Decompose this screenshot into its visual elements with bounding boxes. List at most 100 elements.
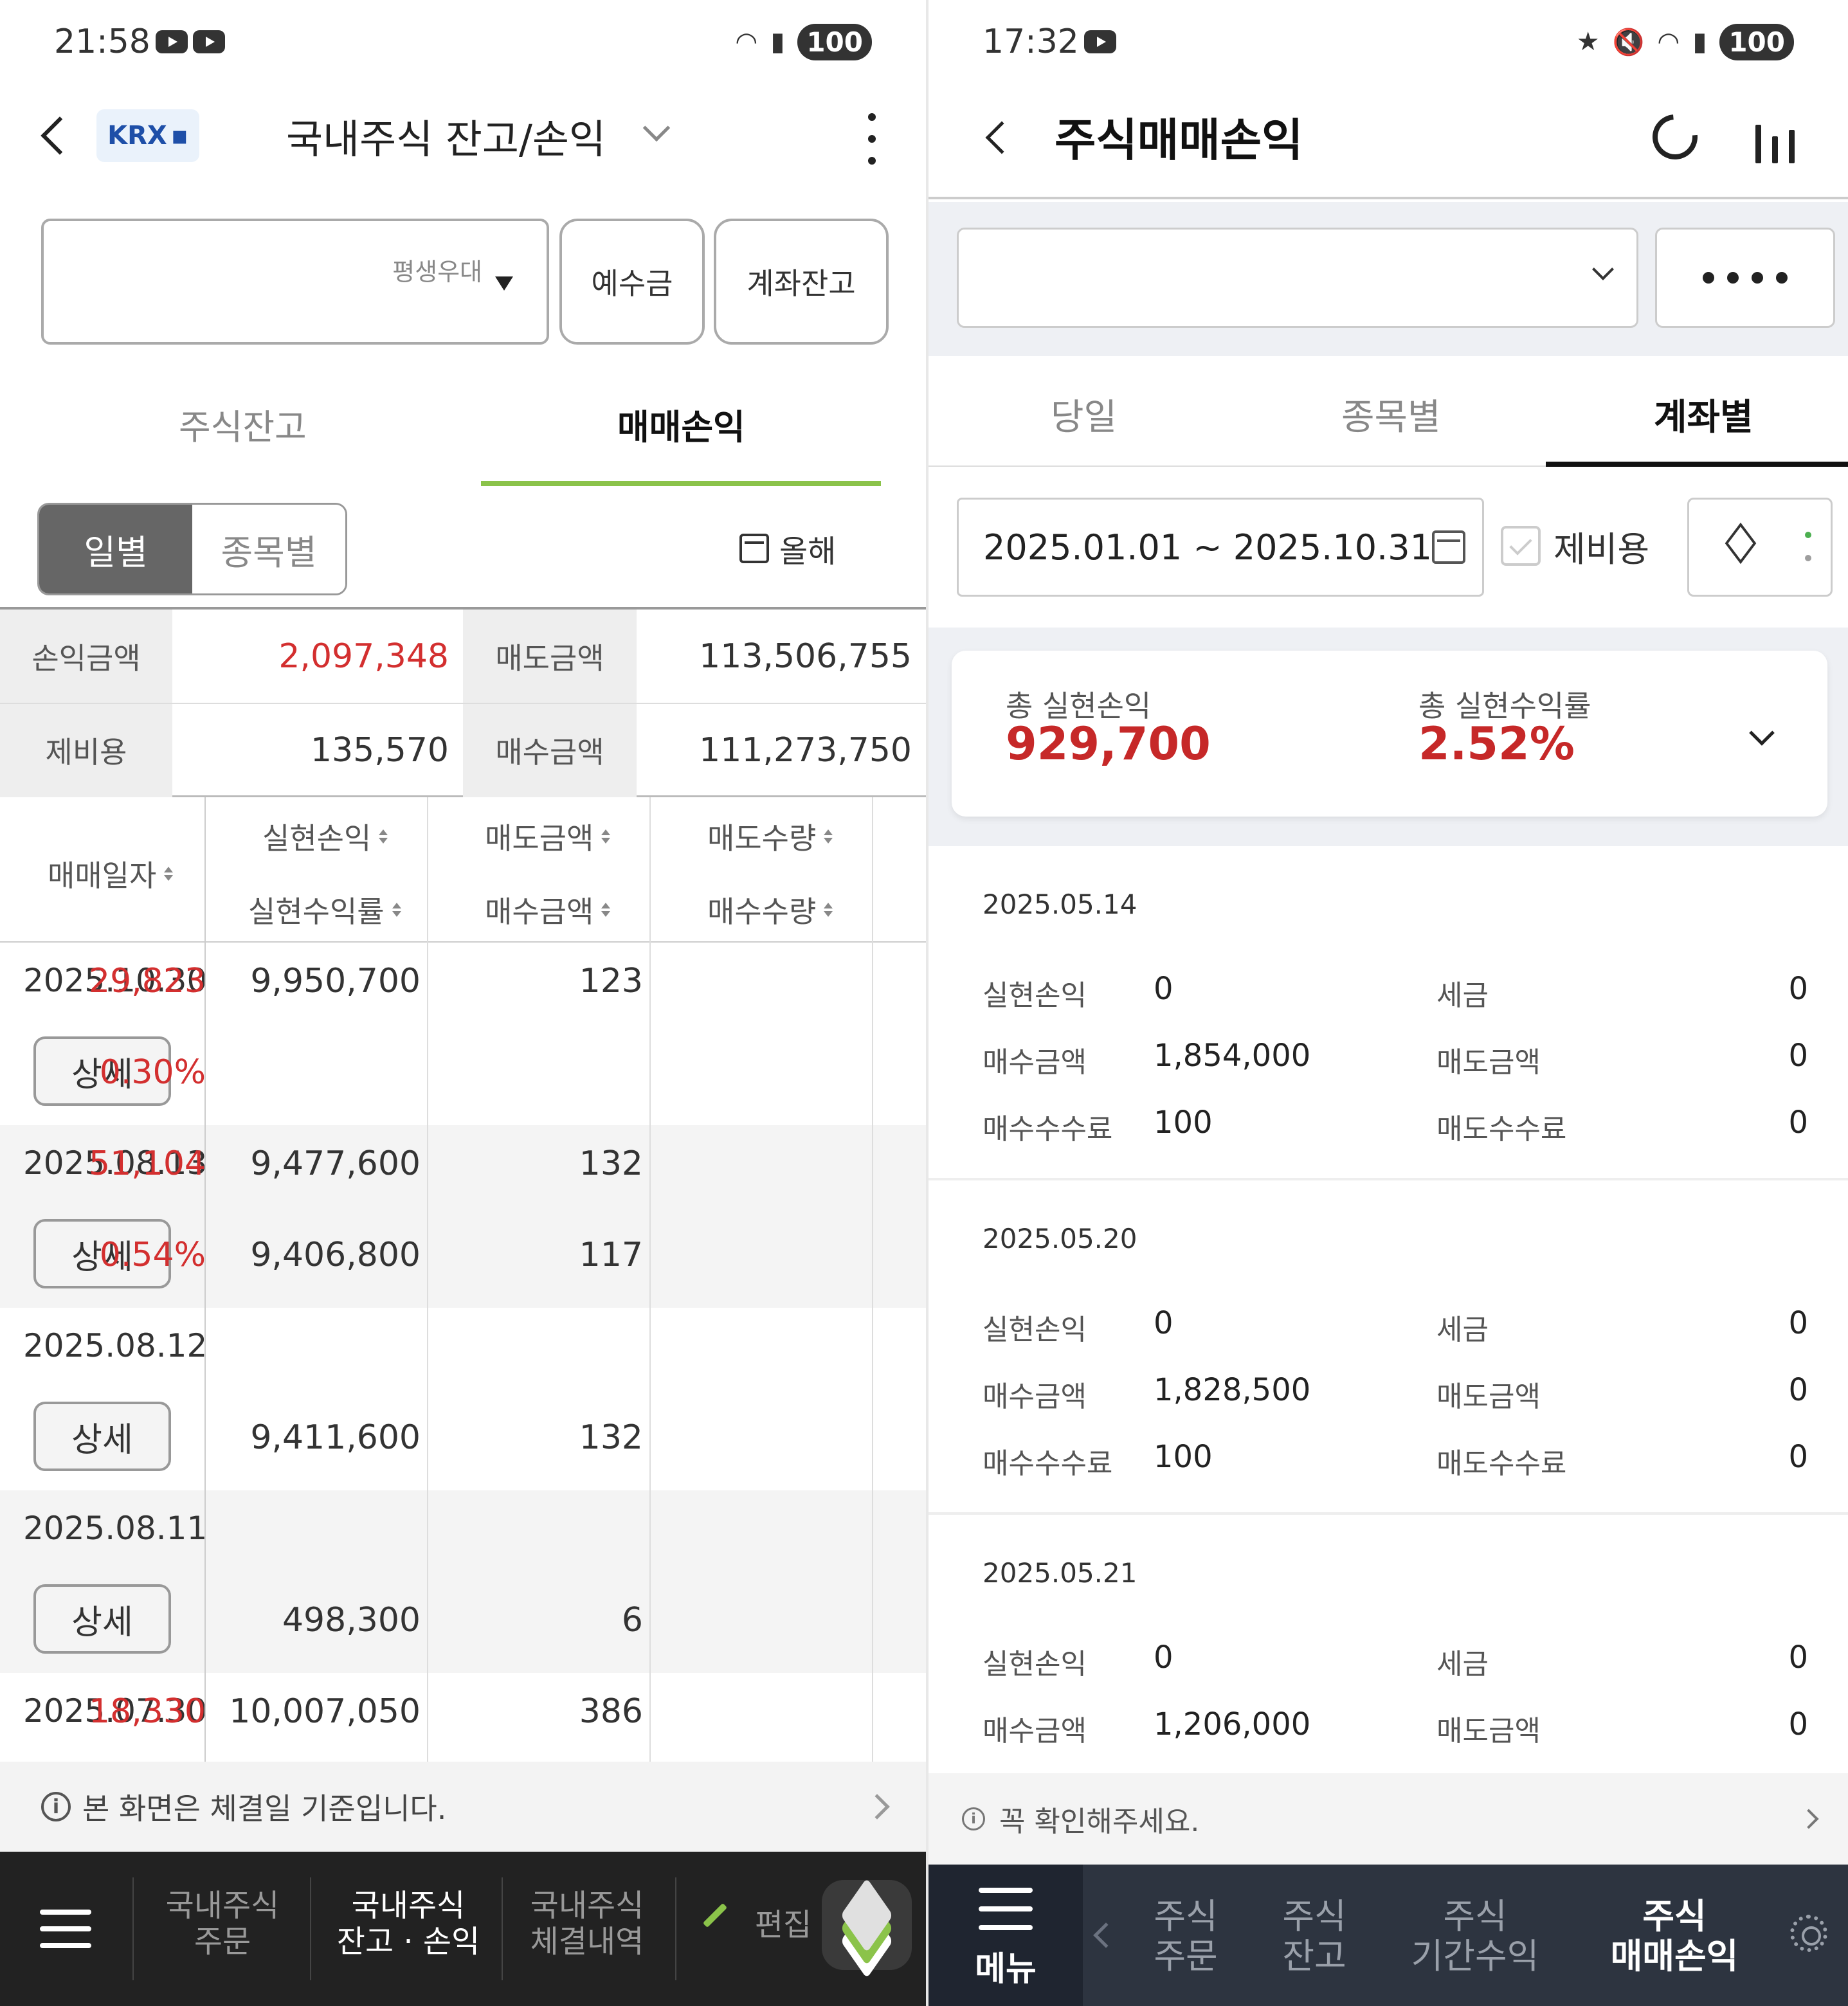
value-sell-fee: 0 bbox=[1788, 1439, 1808, 1475]
menu-button[interactable]: 메뉴 bbox=[929, 1865, 1083, 2006]
sell-amount-value: 113,506,755 bbox=[699, 637, 912, 676]
tab-stock-balance[interactable]: 주식잔고 bbox=[179, 399, 307, 449]
label-buy-amount: 매수금액 bbox=[983, 1380, 1087, 1413]
list-item[interactable]: 2025.05.20 실현손익 0 세금 0 매수금액 1,828,500 매도금액 0 매수수수… bbox=[929, 1180, 1848, 1515]
wifi-icon: ◠ bbox=[735, 27, 758, 57]
battery-indicator: 100 bbox=[797, 23, 872, 60]
exchange-badge[interactable]: KRX ▪ bbox=[96, 109, 199, 162]
label-realized-pl: 실현손익 bbox=[983, 1314, 1087, 1346]
table-row[interactable]: 2025.08.11 상세 498,300 6 bbox=[0, 1490, 926, 1673]
tab-bar: 당일 종목별 계좌별 bbox=[929, 356, 1848, 467]
back-icon[interactable] bbox=[985, 121, 1019, 154]
nav-stock-trade-pl[interactable]: 주식 매매손익 bbox=[1578, 1897, 1771, 1976]
nav-stock-order[interactable]: 주식 주문 bbox=[1121, 1897, 1250, 1976]
segment-daily[interactable]: 일별 bbox=[39, 505, 192, 593]
notice-bar[interactable]: i 꼭 확인해주세요. bbox=[929, 1773, 1848, 1865]
chevron-down-icon bbox=[1592, 258, 1614, 280]
value-sell-amount: 0 bbox=[1788, 1038, 1808, 1074]
chevron-down-icon[interactable] bbox=[1749, 720, 1775, 746]
value-buy-amount: 1,828,500 bbox=[1154, 1372, 1311, 1408]
chevron-left-icon[interactable] bbox=[1093, 1922, 1119, 1948]
fee-checkbox[interactable] bbox=[1501, 526, 1541, 566]
table-row[interactable]: 2025.08.12 상세 9,411,600 132 bbox=[0, 1308, 926, 1490]
notice-bar[interactable]: i 본 화면은 체결일 기준입니다. bbox=[0, 1762, 926, 1852]
page-title[interactable]: 국내주식 잔고/손익 bbox=[286, 107, 606, 165]
col-date[interactable]: 매매일자 bbox=[48, 853, 173, 895]
row-realized-rate: 0.54% bbox=[99, 1236, 206, 1274]
back-icon[interactable] bbox=[41, 116, 79, 155]
tab-by-stock[interactable]: 종목별 bbox=[1341, 388, 1441, 440]
app-header: KRX ▪ 국내주식 잔고/손익 bbox=[0, 90, 926, 180]
refresh-icon[interactable] bbox=[1643, 105, 1707, 169]
buy-amount-value: 111,273,750 bbox=[699, 731, 912, 770]
card-date: 2025.05.21 bbox=[983, 1557, 1137, 1589]
col-realized-rate[interactable]: 실현수익률 bbox=[248, 889, 401, 931]
layers-icon[interactable] bbox=[822, 1877, 912, 1979]
period-selector[interactable]: 올해 bbox=[739, 526, 836, 571]
nav-domestic-balance-pl[interactable]: 국내주식 잔고 · 손익 bbox=[322, 1888, 495, 1960]
tab-trade-pl[interactable]: 매매손익 bbox=[617, 399, 745, 449]
pl-value: 2,097,348 bbox=[278, 637, 449, 676]
layers-button[interactable] bbox=[1687, 498, 1833, 597]
nav-domestic-order[interactable]: 국내주식 주문 bbox=[152, 1888, 293, 1960]
date-range-text: 2025.01.01 ~ 2025.10.31 bbox=[983, 527, 1432, 568]
sell-amount-label: 매도금액 bbox=[463, 610, 637, 703]
more-options-icon[interactable] bbox=[868, 113, 877, 165]
account-select[interactable]: 평생우대 bbox=[41, 219, 549, 345]
table-header: 매매일자 실현손익 실현수익률 매도금액 매수금액 매도수량 매수수량 bbox=[0, 797, 926, 943]
signal-icon: ▮ bbox=[770, 27, 785, 57]
bottom-nav: 메뉴 주식 주문 주식 잔고 주식 기간수익 주식 매매손익 bbox=[929, 1865, 1848, 2006]
total-summary-card[interactable]: 총 실현손익 929,700 총 실현수익률 2.52% bbox=[952, 651, 1827, 817]
app-header: 주식매매손익 bbox=[929, 90, 1848, 199]
sort-icon bbox=[824, 903, 833, 917]
account-balance-button[interactable]: 계좌잔고 bbox=[714, 219, 889, 345]
nav-edit[interactable]: 편집 bbox=[751, 1907, 815, 1943]
deposit-button[interactable]: 예수금 bbox=[559, 219, 705, 345]
password-field[interactable] bbox=[1655, 228, 1835, 328]
col-buy-qty[interactable]: 매수수량 bbox=[707, 889, 833, 931]
nav-stock-balance[interactable]: 주식 잔고 bbox=[1250, 1897, 1379, 1976]
value-sell-amount: 0 bbox=[1788, 1706, 1808, 1742]
chevron-right-icon bbox=[864, 1794, 890, 1820]
list-item[interactable]: 2025.05.14 실현손익 0 세금 0 매수금액 1,854,000 매도금액 0 매수수수… bbox=[929, 846, 1848, 1180]
row-buy-amount: 9,411,600 bbox=[250, 1418, 421, 1457]
row-sell-qty: 386 bbox=[579, 1692, 643, 1731]
table-row[interactable]: 2025.10.30 상세 29,823 0.30% 9,950,700 123 bbox=[0, 943, 926, 1125]
battery-indicator: 100 bbox=[1719, 23, 1794, 60]
label-tax: 세금 bbox=[1436, 1648, 1489, 1681]
col-sell-amount[interactable]: 매도금액 bbox=[485, 815, 610, 858]
menu-icon bbox=[979, 1888, 1033, 1930]
table-row[interactable]: 2025.07.30 18,330 10,007,050 386 bbox=[0, 1673, 926, 1763]
sort-icon bbox=[601, 829, 610, 844]
tab-by-account[interactable]: 계좌별 bbox=[1654, 388, 1753, 440]
detail-button[interactable]: 상세 bbox=[33, 1584, 171, 1654]
page-title: 주식매매손익 bbox=[1055, 114, 1303, 167]
nav-stock-period-return[interactable]: 주식 기간수익 bbox=[1391, 1897, 1559, 1976]
label-buy-amount: 매수금액 bbox=[983, 1715, 1087, 1748]
tab-today[interactable]: 당일 bbox=[1051, 388, 1117, 440]
col-sell-qty[interactable]: 매도수량 bbox=[707, 815, 833, 858]
chevron-down-icon[interactable] bbox=[642, 114, 671, 142]
value-buy-fee: 100 bbox=[1154, 1439, 1213, 1475]
youtube-icon bbox=[192, 30, 225, 53]
gear-icon[interactable] bbox=[1790, 1915, 1827, 1952]
notice-text: 꼭 확인해주세요. bbox=[999, 1805, 1200, 1838]
menu-icon[interactable] bbox=[40, 1910, 91, 1948]
account-select[interactable] bbox=[957, 228, 1638, 328]
col-buy-amount[interactable]: 매수금액 bbox=[485, 889, 610, 931]
sort-icon bbox=[824, 829, 833, 844]
account-placeholder: 평생우대 bbox=[392, 258, 482, 286]
date-range-field[interactable]: 2025.01.01 ~ 2025.10.31 bbox=[957, 498, 1484, 597]
segment-by-stock[interactable]: 종목별 bbox=[192, 505, 345, 593]
row-realized-rate: 0.30% bbox=[99, 1053, 206, 1092]
detail-button[interactable]: 상세 bbox=[33, 1402, 171, 1471]
table-row[interactable]: 2025.08.13 상세 51,104 0.54% 9,477,600 9,406,80… bbox=[0, 1125, 926, 1308]
col-realized-pl[interactable]: 실현손익 bbox=[262, 815, 388, 858]
chart-icon[interactable] bbox=[1755, 118, 1800, 163]
signal-icon: ▮ bbox=[1692, 27, 1707, 57]
youtube-icon bbox=[155, 30, 188, 53]
value-sell-fee: 0 bbox=[1788, 1105, 1808, 1141]
label-sell-fee: 매도수수료 bbox=[1436, 1113, 1567, 1146]
info-icon: i bbox=[962, 1807, 985, 1830]
nav-domestic-executions[interactable]: 국내주식 체결내역 bbox=[514, 1888, 660, 1960]
